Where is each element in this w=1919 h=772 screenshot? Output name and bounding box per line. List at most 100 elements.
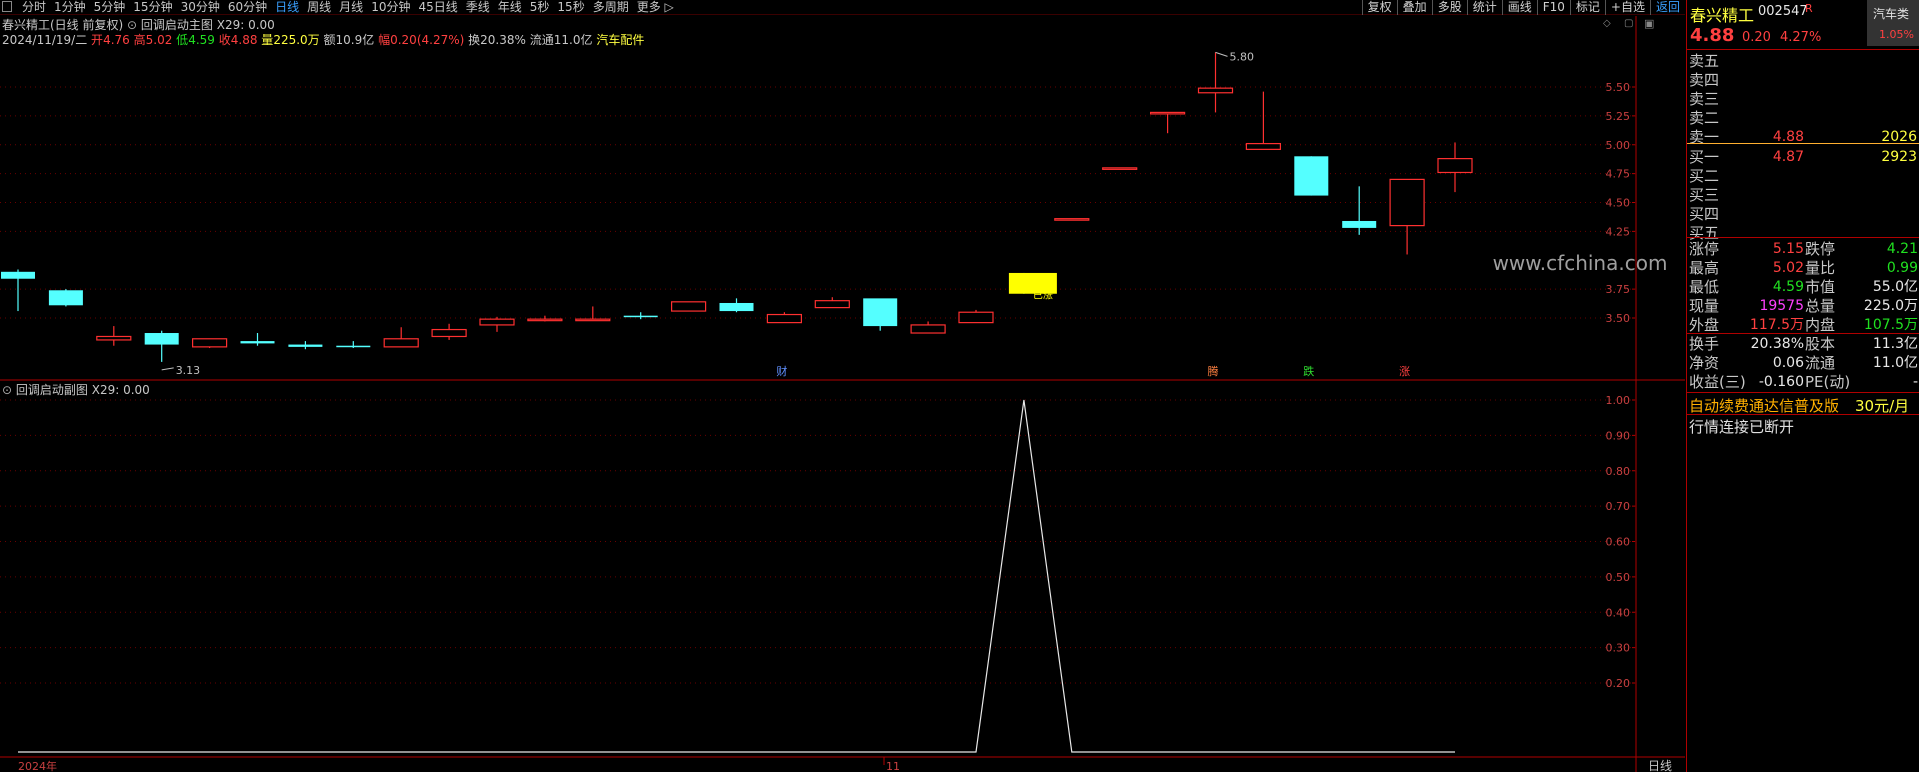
y-tick-label: 5.25: [1606, 110, 1631, 123]
chart-area[interactable]: 5.50 5.25 5.00 4.75 4.50 4.25 3.75 3.50 5.80 3.13…: [0, 16, 1686, 772]
level-label: 卖二: [1689, 109, 1720, 127]
expand-icon[interactable]: ◇: [1603, 18, 1611, 29]
bid-row[interactable]: 买四: [1687, 205, 1919, 224]
ask-bid-divider: [1687, 143, 1919, 144]
stock-code: 002547: [1758, 4, 1808, 19]
fund-value: -: [1912, 374, 1918, 390]
sector-box[interactable]: 汽车类 1.05%: [1867, 0, 1919, 46]
period-tab[interactable]: 45日线: [414, 0, 461, 15]
amount-label: 额: [323, 33, 336, 47]
period-tab[interactable]: 日线: [271, 0, 303, 15]
toolbar-button[interactable]: 叠加: [1396, 0, 1432, 15]
stat-label: 总量: [1805, 297, 1836, 315]
sub-indicator-settings-icon[interactable]: ⊙: [2, 383, 12, 397]
fundamental-row: 净资 0.06 流通 11.0亿: [1687, 354, 1919, 373]
period-tab[interactable]: 30分钟: [177, 0, 224, 15]
ask-row[interactable]: 卖二: [1687, 109, 1919, 128]
event-marker: 腾: [1208, 364, 1219, 378]
restore-icon[interactable]: ▢: [1624, 18, 1633, 29]
stat-value: 225.0万: [1863, 298, 1918, 314]
layout-icon[interactable]: ▣: [1644, 17, 1654, 30]
candle-body: [814, 300, 850, 309]
sector-tag[interactable]: 汽车配件: [596, 33, 644, 47]
promo-price[interactable]: 30元/月: [1855, 395, 1909, 416]
indicator-name[interactable]: 回调启动主图: [141, 18, 213, 32]
toolbar-button[interactable]: 画线: [1501, 0, 1537, 15]
level-label: 卖三: [1689, 90, 1720, 108]
period-tab[interactable]: 5分钟: [90, 0, 130, 15]
toolbar-button[interactable]: 复权: [1361, 0, 1397, 15]
period-tab[interactable]: 15秒: [553, 0, 588, 15]
y-tick-label: 4.50: [1606, 197, 1631, 210]
high-mark-arrow: [1215, 51, 1228, 57]
period-tab[interactable]: 年线: [494, 0, 526, 15]
y-tick-label: 0.90: [1606, 429, 1631, 442]
period-tab[interactable]: 月线: [335, 0, 367, 15]
x29-line: [18, 399, 1455, 753]
candle-body: [1342, 220, 1377, 228]
price-change: 0.20: [1742, 30, 1771, 45]
level-label: 买二: [1689, 167, 1720, 185]
y-tick-label: 1.00: [1606, 394, 1631, 407]
ask-row[interactable]: 卖一 4.88 2026: [1687, 128, 1919, 147]
level-label: 卖一: [1689, 128, 1720, 146]
bid-row[interactable]: 买二: [1687, 167, 1919, 186]
candle-body: [1149, 111, 1186, 115]
fund-label: 流通: [1805, 354, 1836, 372]
vol-value: 225.0万: [273, 33, 320, 47]
period-tab[interactable]: 季线: [462, 0, 494, 15]
candle-body: [336, 345, 371, 348]
info-date: 2024/11/19/二: [2, 33, 88, 47]
float-value: 11.0亿: [553, 33, 593, 47]
divider: [1687, 414, 1919, 415]
toolbar-button[interactable]: F10: [1536, 0, 1570, 15]
candle-body: [670, 301, 707, 312]
period-tab[interactable]: 10分钟: [367, 0, 414, 15]
sub-chart-title[interactable]: 回调启动副图: [16, 383, 88, 397]
stat-row: 最高 5.02 量比 0.99: [1687, 259, 1919, 278]
period-tab[interactable]: 周线: [303, 0, 335, 15]
ask-row[interactable]: 卖四: [1687, 71, 1919, 90]
high-label: 高: [133, 33, 146, 47]
period-tab[interactable]: 5秒: [526, 0, 554, 15]
stat-value: 0.99: [1886, 260, 1918, 276]
divider: [1687, 392, 1919, 393]
watermark: www.cfchina.com: [1493, 251, 1668, 275]
fundamental-row: 收益(三) -0.160 PE(动) -: [1687, 373, 1919, 392]
high-value: 5.02: [145, 33, 173, 47]
toolbar-button[interactable]: 统计: [1466, 0, 1502, 15]
bid-row[interactable]: 买三: [1687, 186, 1919, 205]
period-tab[interactable]: 分时: [18, 0, 50, 15]
fund-value: 11.3亿: [1872, 336, 1918, 352]
promo-text[interactable]: 自动续费通达信普及版: [1689, 395, 1839, 416]
period-tab[interactable]: 60分钟: [224, 0, 271, 15]
y-tick-label: 0.80: [1606, 465, 1631, 478]
level-label: 买一: [1689, 148, 1720, 166]
amount-value: 10.9亿: [335, 33, 375, 47]
high-mark-label: 5.80: [1230, 50, 1255, 63]
bid-row[interactable]: 买一 4.87 2923: [1687, 148, 1919, 167]
x-axis-label: 2024年: [18, 759, 57, 772]
ask-row[interactable]: 卖五: [1687, 52, 1919, 71]
toolbar-buttons: 复权 叠加 多股 统计 画线 F10 标记 +自选 返回: [1361, 0, 1685, 15]
y-tick-label: 4.25: [1606, 225, 1631, 238]
y-tick-label: 4.75: [1606, 168, 1631, 181]
menu-icon[interactable]: [2, 1, 12, 12]
stat-value: 4.21: [1886, 241, 1918, 257]
candle-body: [1389, 178, 1425, 227]
toolbar-button[interactable]: 标记: [1569, 0, 1605, 15]
fund-label: 净资: [1689, 354, 1720, 372]
candle-body: [431, 328, 467, 338]
ask-row[interactable]: 卖三: [1687, 90, 1919, 109]
toolbar-button[interactable]: +自选: [1604, 0, 1650, 15]
indicator-settings-icon[interactable]: ⊙: [127, 18, 137, 32]
period-tab[interactable]: 1分钟: [50, 0, 90, 15]
candle-body: [1, 271, 35, 279]
period-tab[interactable]: 15分钟: [129, 0, 176, 15]
candle-body: [96, 335, 132, 341]
period-tab[interactable]: 更多 ▷: [633, 0, 678, 15]
toolbar-button[interactable]: 返回: [1649, 0, 1685, 15]
period-tab[interactable]: 多周期: [589, 0, 633, 15]
toolbar-button[interactable]: 多股: [1431, 0, 1467, 15]
fund-value: 11.0亿: [1872, 355, 1918, 371]
